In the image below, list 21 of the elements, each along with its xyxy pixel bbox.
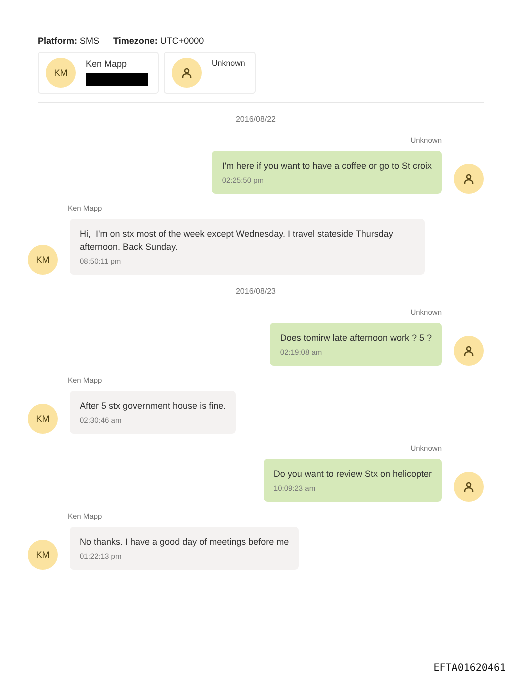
person-icon [464, 482, 474, 492]
avatar-initials: KM [36, 550, 50, 560]
message-text: Does tomirw late afternoon work ? 5 ? [280, 332, 432, 345]
message-text: Do you want to review Stx on helicopter [274, 468, 432, 481]
timezone-label: Timezone: UTC+0000 [114, 36, 204, 46]
avatar-initials: KM [54, 68, 68, 78]
message-text: Hi, I'm on stx most of the week except Wednesday. I travel stateside Thursday afternoon. Back Sunday. [80, 228, 394, 254]
avatar-initials: KM [36, 414, 50, 424]
message-text: No thanks. I have a good day of meetings before me [80, 536, 290, 549]
participant-name: Unknown [212, 59, 246, 68]
person-icon [464, 174, 474, 184]
date-separator: 2016/08/22 [236, 115, 276, 124]
participant-name: Ken Mapp [86, 59, 128, 69]
message-text: I'm here if you want to have a coffee or go to St croix [222, 160, 432, 173]
platform-label: Platform: SMS [38, 36, 100, 46]
person-icon [182, 68, 192, 78]
message-text: After 5 stx government house is fine. [80, 400, 226, 413]
date-separator: 2016/08/23 [236, 287, 276, 296]
person-icon [464, 346, 474, 356]
document-id: EFTA01620461 [434, 663, 506, 674]
avatar-initials: KM [36, 255, 50, 265]
